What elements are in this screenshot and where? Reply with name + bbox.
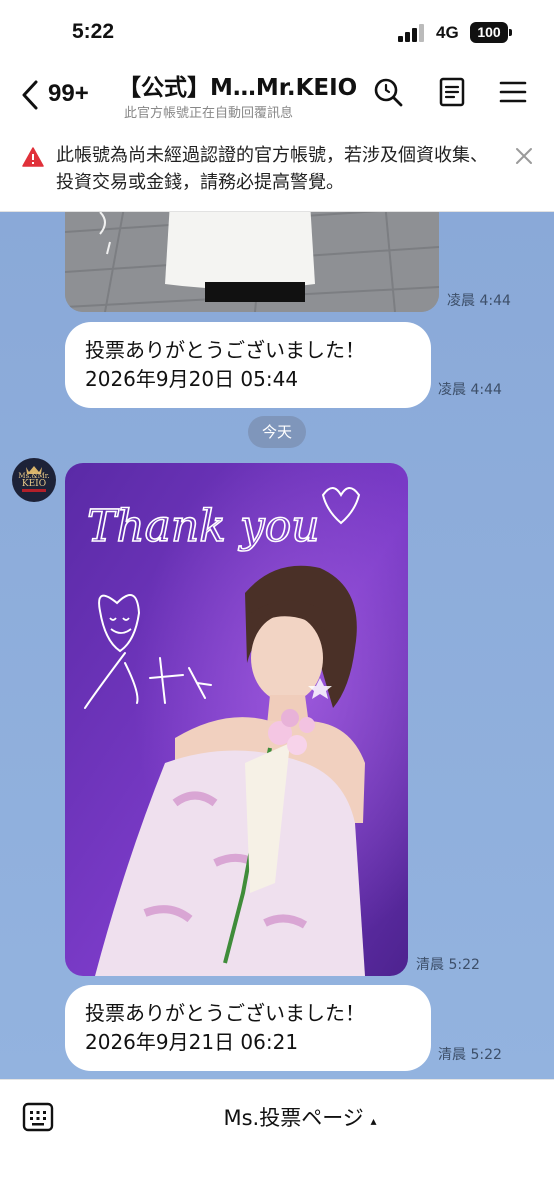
message-text-line: 2026年9月20日 05:44 [85, 367, 299, 391]
status-time: 5:22 [72, 20, 115, 43]
message-text-line: 2026年9月21日 06:21 [85, 1030, 299, 1054]
chat-header: 99+ 【公式】M…Mr.KEIO 此官方帳號正在自動回覆訊息 [0, 62, 554, 132]
battery-tip [509, 29, 512, 36]
avatar[interactable]: Ms.&Mr. KEIO [12, 458, 56, 502]
thank-you-photo: Thank you [65, 463, 408, 976]
close-icon[interactable] [514, 146, 534, 166]
thank-you-text: Thank you [87, 501, 320, 552]
message-text-line: 投票ありがとうございました！ [85, 338, 365, 362]
chat-area[interactable]: 凌晨 4:44 投票ありがとうございました！ 2026年9月20日 05:44 … [0, 212, 554, 1079]
status-bar: 5:22 4G 100 [0, 0, 554, 62]
chat-subtitle: 此官方帳號正在自動回覆訊息 [124, 106, 294, 121]
keyboard-icon[interactable] [22, 1102, 54, 1132]
avatar-label-line: KEIO [21, 479, 47, 489]
rich-menu-toggle[interactable]: Ms.投票ページ ▴ [150, 1102, 450, 1134]
warning-icon [22, 147, 44, 167]
bottom-bar: Ms.投票ページ ▴ [0, 1079, 554, 1199]
previous-photo [65, 212, 439, 312]
message-time: 凌晨 4:44 [438, 382, 502, 398]
back-button[interactable]: 99+ [18, 76, 103, 112]
message-image-thank-you[interactable]: Thank you [65, 463, 408, 976]
chevron-left-icon [22, 80, 38, 110]
date-separator: 今天 [248, 416, 306, 448]
message-time: 清晨 5:22 [416, 957, 480, 973]
message-text-line: 投票ありがとうございました！ [85, 1001, 365, 1025]
battery-icon: 100 [470, 22, 508, 43]
menu-icon[interactable] [497, 76, 529, 108]
warning-banner: 此帳號為尚未經過認證的官方帳號，若涉及個資收集、投資交易或金錢，請務必提高警覺。 [0, 132, 554, 212]
message-time: 凌晨 4:44 [447, 293, 511, 309]
chat-title[interactable]: 【公式】M…Mr.KEIO [118, 68, 357, 102]
message-bubble[interactable]: 投票ありがとうございました！ 2026年9月20日 05:44 [65, 322, 431, 408]
message-image-previous[interactable] [65, 212, 439, 312]
avatar-label: Ms.&Mr. KEIO [12, 472, 56, 489]
rich-menu-label: Ms.投票ページ [223, 1106, 364, 1130]
warning-text: 此帳號為尚未經過認證的官方帳號，若涉及個資收集、投資交易或金錢，請務必提高警覺。 [56, 145, 488, 193]
message-bubble[interactable]: 投票ありがとうございました！ 2026年9月21日 06:21 [65, 985, 431, 1071]
notes-icon[interactable] [436, 76, 468, 108]
signal-icon [398, 24, 428, 42]
caret-up-icon: ▴ [370, 1114, 377, 1128]
unread-count: 99+ [48, 80, 89, 107]
network-type: 4G [436, 23, 459, 42]
message-time: 清晨 5:22 [438, 1047, 502, 1063]
search-icon[interactable] [372, 76, 404, 108]
